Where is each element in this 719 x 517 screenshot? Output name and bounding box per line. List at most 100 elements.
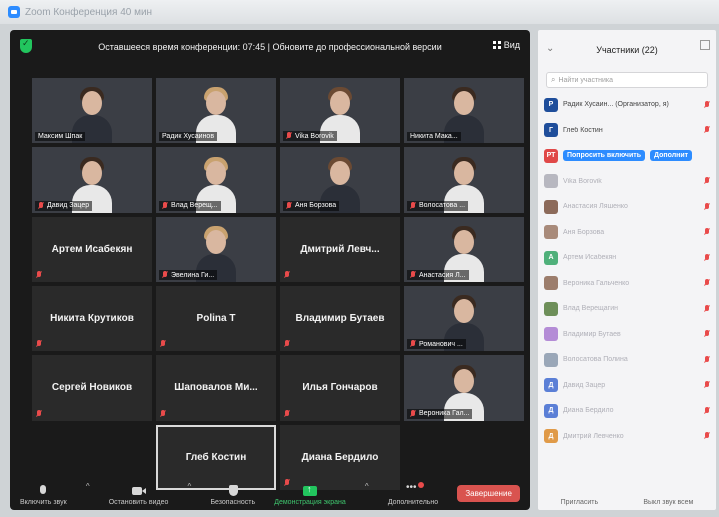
participant-status-icons <box>704 126 710 134</box>
participant-tile[interactable]: Polina T <box>156 286 276 352</box>
participant-status-icons <box>704 432 710 440</box>
mic-muted-icon <box>704 381 710 389</box>
video-grid: Максим Шпак Радик Хусаинов Vika Borovik Ник… <box>32 78 524 490</box>
participant-search-input[interactable]: ⌕ Найти участника <box>546 72 708 88</box>
mic-muted-icon <box>38 201 44 210</box>
collapse-chevron-icon[interactable]: ⌄ <box>546 43 554 54</box>
tile-name-label: Волосатова ... <box>407 200 469 211</box>
participant-row[interactable]: P Радик Хусаин... (Организатор, я) <box>544 92 710 118</box>
popout-icon[interactable] <box>700 40 710 50</box>
participant-row[interactable]: Г Глеб Костин <box>544 118 710 144</box>
mic-muted-icon <box>704 330 710 338</box>
mic-muted-icon <box>704 228 710 236</box>
tile-name-label: Анастасия Л... <box>407 270 469 280</box>
tile-name: Дмитрий Левч... <box>300 243 380 255</box>
participant-row[interactable]: Анастасия Ляшенко <box>544 194 710 220</box>
mute-all-button[interactable]: Выкл звук всем <box>643 499 693 506</box>
participant-status-icons <box>704 381 710 389</box>
participant-status-icons <box>704 202 710 211</box>
tile-name: Никита Мака... <box>410 133 458 141</box>
participant-tile[interactable]: Максим Шпак <box>32 78 152 144</box>
mic-muted-icon <box>410 409 416 418</box>
participant-tile[interactable]: Сергей Новиков <box>32 355 152 421</box>
participant-tile[interactable]: Дмитрий Левч... <box>280 216 400 282</box>
share-screen-button[interactable]: Демонстрация экрана <box>274 484 346 506</box>
share-screen-label: Демонстрация экрана <box>274 499 346 506</box>
window-title: Zoom Конференция 40 мин <box>25 6 153 18</box>
tile-name: Илья Гончаров <box>302 382 378 394</box>
participant-tile[interactable]: Волосатова ... <box>404 147 524 213</box>
view-button[interactable]: Вид <box>492 40 520 50</box>
participant-row[interactable]: А Артем Исабекян <box>544 245 710 271</box>
avatar: P <box>544 97 558 112</box>
participant-tile[interactable]: Никита Мака... <box>404 78 524 144</box>
notification-badge <box>418 482 424 488</box>
participant-tile[interactable]: Артем Исабекян <box>32 216 152 282</box>
ask-to-unmute-button[interactable]: Попросить включить <box>563 150 646 162</box>
participant-tile[interactable]: Никита Крутиков <box>32 286 152 352</box>
participant-tile[interactable]: Шаповалов Ми... <box>156 355 276 421</box>
participant-name: Влад Верещагин <box>563 305 619 313</box>
tile-name-label: Романович ... <box>407 339 466 350</box>
meeting-area: Оставшееся время конференции: 07:45 | Об… <box>10 30 530 510</box>
mic-muted-icon <box>410 271 416 279</box>
unmute-label: Включить звук <box>20 499 67 506</box>
tile-name: Эвелина Ги... <box>171 271 215 279</box>
participant-tile[interactable]: Давид Зацер <box>32 147 152 213</box>
more-button[interactable]: Дополнительно <box>388 482 438 506</box>
tile-name: Никита Крутиков <box>50 313 134 325</box>
unmute-button[interactable]: Включить звук <box>20 485 67 506</box>
mic-muted-icon <box>704 253 710 262</box>
participant-tile[interactable]: Радик Хусаинов <box>156 78 276 144</box>
participant-tile[interactable]: Эвелина Ги... <box>156 216 276 282</box>
participant-row[interactable]: РТ Попросить включить Дополнит <box>544 143 710 169</box>
tile-name-label: Давид Зацер <box>35 200 93 211</box>
security-shield-icon[interactable] <box>20 38 32 53</box>
video-options-caret-icon[interactable]: ^ <box>188 482 192 491</box>
participant-tile[interactable]: Владимир Бутаев <box>280 286 400 352</box>
participant-name: Радик Хусаин... (Организатор, я) <box>563 101 669 109</box>
security-label: Безопасность <box>210 499 256 506</box>
mic-muted-icon <box>36 340 42 348</box>
participant-row[interactable]: Vika Borovik <box>544 169 710 195</box>
tile-name: Диана Бердило <box>301 451 379 463</box>
avatar: Г <box>544 123 558 138</box>
participant-tile[interactable]: Аня Борзова <box>280 147 400 213</box>
mic-muted-icon <box>286 201 292 210</box>
invite-button[interactable]: Пригласить <box>561 499 598 506</box>
participant-more-button[interactable]: Дополнит <box>650 150 693 162</box>
participant-row[interactable]: Д Давид Зацер <box>544 373 710 399</box>
stop-video-button[interactable]: Остановить видео <box>109 485 168 506</box>
participant-row[interactable]: Вероника Гальченко <box>544 271 710 297</box>
avatar: Д <box>544 378 558 393</box>
participant-tile[interactable]: Vika Borovik <box>280 78 400 144</box>
share-options-caret-icon[interactable]: ^ <box>365 482 369 491</box>
mic-muted-icon <box>284 340 290 348</box>
participant-name: Волосатова Полина <box>563 356 628 364</box>
mic-muted-icon <box>284 409 290 418</box>
audio-options-caret-icon[interactable]: ^ <box>86 482 90 491</box>
participant-tile[interactable]: Вероника Гал... <box>404 355 524 421</box>
participant-tile[interactable]: Романович ... <box>404 286 524 352</box>
participant-row[interactable]: Волосатова Полина <box>544 347 710 373</box>
security-button[interactable]: Безопасность <box>210 485 255 506</box>
participant-name: Глеб Костин <box>563 126 603 134</box>
microphone-icon <box>36 485 50 497</box>
participant-row[interactable]: Влад Верещагин <box>544 296 710 322</box>
participant-row[interactable]: Д Диана Бердило <box>544 398 710 424</box>
mic-muted-icon <box>704 100 710 109</box>
mic-muted-icon <box>160 409 166 418</box>
meeting-toolbar: Включить звук ^ Остановить видео ^ Безоп… <box>10 476 530 510</box>
participant-tile[interactable]: Илья Гончаров <box>280 355 400 421</box>
participant-row[interactable]: Аня Борзова <box>544 220 710 246</box>
avatar <box>544 276 558 291</box>
tile-name: Сергей Новиков <box>51 382 133 394</box>
participant-status-icons <box>704 406 710 415</box>
participant-tile[interactable]: Анастасия Л... <box>404 216 524 282</box>
avatar <box>544 174 558 189</box>
end-meeting-button[interactable]: Завершение <box>457 485 520 502</box>
participant-row[interactable]: Владимир Бутаев <box>544 322 710 348</box>
participant-tile[interactable]: Влад Верещ... <box>156 147 276 213</box>
participant-row[interactable]: Д Дмитрий Левченко <box>544 424 710 450</box>
participants-header: ⌄ Участники (22) <box>538 30 716 70</box>
